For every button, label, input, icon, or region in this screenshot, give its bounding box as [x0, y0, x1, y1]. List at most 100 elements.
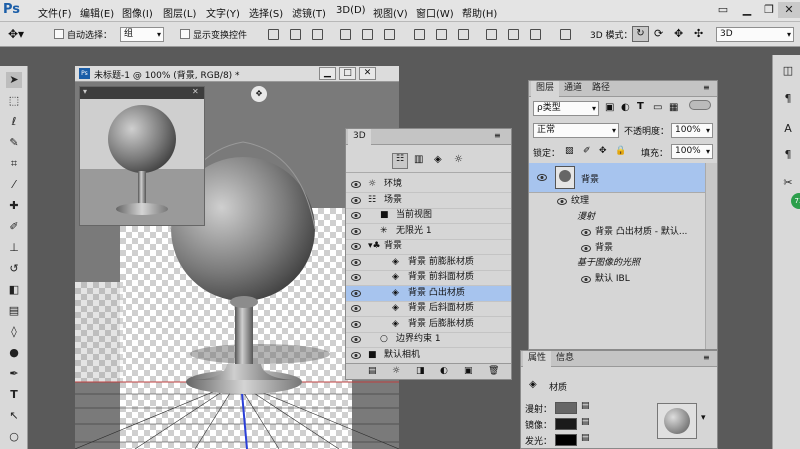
scene-row[interactable]: ◈ 背景 前膨胀材质 [346, 255, 511, 271]
layer-effect-row[interactable]: 默认 IBL [529, 272, 705, 287]
filter-adjustment-icon[interactable]: ◐ [621, 102, 630, 113]
quick-select-tool-icon[interactable]: ✎ [6, 135, 22, 151]
menu-layer[interactable]: 图层(L) [163, 5, 196, 20]
visibility-eye-icon[interactable] [351, 181, 361, 188]
menu-view[interactable]: 视图(V) [373, 5, 408, 20]
3d-axis-widget-icon[interactable]: ✥ [251, 86, 267, 102]
tab-info[interactable]: 信息 [551, 351, 579, 367]
color-swatch[interactable] [555, 418, 577, 430]
auto-align-icon[interactable] [560, 29, 571, 40]
scene-row[interactable]: ■ 当前视图 [346, 208, 511, 224]
panel-menu-icon[interactable]: ≡ [703, 353, 710, 362]
brush-tool-icon[interactable]: ✐ [6, 219, 22, 235]
color-swatch[interactable] [555, 402, 577, 414]
secondary-view-titlebar[interactable]: ▾ ✕ [80, 87, 204, 99]
move-tool-icon[interactable]: ✥▾ [8, 27, 24, 41]
clone-stamp-tool-icon[interactable]: ⊥ [6, 240, 22, 256]
visibility-eye-icon[interactable] [351, 289, 361, 297]
scene-row[interactable]: ◈ 背景 前斜面材质 [346, 270, 511, 286]
menu-type[interactable]: 文字(Y) [206, 5, 240, 20]
tab-layers[interactable]: 图层 [531, 81, 560, 97]
visibility-eye-icon[interactable] [351, 227, 361, 235]
opacity-input[interactable]: 100% ▾ [671, 123, 713, 138]
healing-brush-tool-icon[interactable]: ✚ [6, 198, 22, 214]
lock-all-icon[interactable]: 🔒 [615, 146, 626, 156]
auto-select-dropdown[interactable]: 组 ▾ [120, 27, 164, 42]
filter-pixel-icon[interactable]: ▣ [605, 102, 614, 113]
visibility-eye-icon[interactable] [351, 305, 361, 312]
material-preview[interactable] [657, 403, 697, 439]
add-light-icon[interactable]: ◐ [440, 366, 448, 376]
menu-help[interactable]: 帮助(H) [462, 5, 497, 20]
eraser-tool-icon[interactable]: ◧ [6, 282, 22, 298]
paragraph-panel-icon[interactable]: ¶ [780, 91, 796, 107]
layer-effect-row[interactable]: 背景 [529, 241, 705, 256]
filter-scene-icon[interactable]: ☷ [392, 153, 408, 169]
marquee-tool-icon[interactable]: ⬚ [6, 93, 22, 109]
3d-secondary-view[interactable]: ▾ ✕ [79, 86, 205, 226]
visibility-eye-icon[interactable] [351, 336, 361, 343]
material-picker-arrow-icon[interactable]: ▾ [701, 413, 706, 423]
delete-icon[interactable]: 🗑 [488, 366, 499, 376]
roll-3d-icon[interactable]: ⟳ [654, 27, 663, 40]
doc-close-button[interactable]: ✕ [359, 67, 376, 80]
distribute-bottom-icon[interactable] [458, 29, 469, 40]
move-tool-icon[interactable]: ➤ [6, 72, 22, 88]
visibility-eye-icon[interactable] [351, 212, 361, 219]
view-close-icon[interactable]: ✕ [192, 87, 199, 96]
visibility-eye-icon[interactable] [351, 196, 361, 204]
menu-edit[interactable]: 编辑(E) [80, 5, 114, 20]
gradient-tool-icon[interactable]: ▤ [6, 303, 22, 319]
render-icon[interactable]: ☼ [392, 366, 400, 376]
filter-smart-icon[interactable]: ▦ [669, 102, 678, 113]
scene-row[interactable]: ◈ 背景 后膨胀材质 [346, 317, 511, 333]
scene-row[interactable]: ✳ 无限光 1 [346, 224, 511, 240]
doc-minimize-button[interactable]: ▁ [319, 67, 336, 80]
scene-row[interactable]: ◈ 背景 凸出材质 [346, 285, 511, 302]
blur-tool-icon[interactable]: ◊ [6, 324, 22, 340]
paragraph-style-icon[interactable]: ¶ [780, 147, 796, 163]
color-swatch[interactable] [555, 434, 577, 446]
lock-transparent-icon[interactable]: ▨ [565, 146, 574, 156]
view-menu-icon[interactable]: ▾ [83, 87, 87, 96]
fill-input[interactable]: 100% ▾ [671, 144, 713, 159]
menu-window[interactable]: 窗口(W) [416, 5, 454, 20]
history-panel-icon[interactable]: ◫ [780, 63, 796, 79]
layers-scrollbar[interactable] [705, 163, 717, 349]
panel-menu-icon[interactable]: ≡ [494, 131, 501, 140]
align-hcenter-icon[interactable] [362, 29, 373, 40]
layer-effect-row[interactable]: 基于图像的光照 [529, 256, 705, 271]
layer-visibility-eye-icon[interactable] [537, 174, 547, 181]
filter-type-icon[interactable]: T [637, 101, 644, 112]
ellipse-tool-icon[interactable]: ○ [6, 429, 22, 445]
scene-row[interactable]: ▾♣ 背景 [346, 239, 511, 255]
path-select-tool-icon[interactable]: ↖ [6, 408, 22, 424]
align-right-icon[interactable] [384, 29, 395, 40]
tool-presets-icon[interactable]: ✂ [780, 175, 796, 191]
effect-eye-icon[interactable] [557, 198, 567, 205]
tab-paths[interactable]: 路径 [587, 81, 615, 97]
document-tab[interactable]: Ps 未标题-1 @ 100% (背景, RGB/8) * ▁ □ ✕ [75, 66, 399, 82]
visibility-eye-icon[interactable] [351, 274, 361, 281]
doc-restore-button[interactable]: □ [339, 67, 356, 80]
tab-channels[interactable]: 通道 [559, 81, 587, 97]
slide-3d-icon[interactable]: ✣ [694, 27, 703, 40]
scene-row[interactable]: ◈ 背景 后斜面材质 [346, 301, 511, 317]
add-constraint-icon[interactable]: ◨ [416, 366, 425, 376]
filter-light-icon[interactable]: ☼ [454, 154, 463, 165]
filter-shape-icon[interactable]: ▭ [653, 102, 662, 113]
tab-3d[interactable]: 3D [348, 129, 371, 145]
align-left-icon[interactable] [340, 29, 351, 40]
layer-effect-row[interactable]: 漫射 [529, 210, 705, 225]
new-object-icon[interactable]: ▣ [464, 366, 473, 376]
scene-row[interactable]: ☼ 环境 [346, 177, 511, 193]
blend-mode-dropdown[interactable]: 正常 ▾ [533, 123, 619, 138]
effect-eye-icon[interactable] [581, 275, 591, 283]
restore-button[interactable]: ❐ [758, 2, 780, 18]
menu-image[interactable]: 图像(I) [122, 5, 153, 20]
distribute-top-icon[interactable] [414, 29, 425, 40]
texture-icon[interactable]: ▤ [581, 417, 590, 427]
orbit-3d-icon[interactable]: ↻ [632, 26, 649, 42]
show-transform-checkbox[interactable] [180, 29, 190, 39]
texture-icon[interactable]: ▤ [581, 433, 590, 443]
